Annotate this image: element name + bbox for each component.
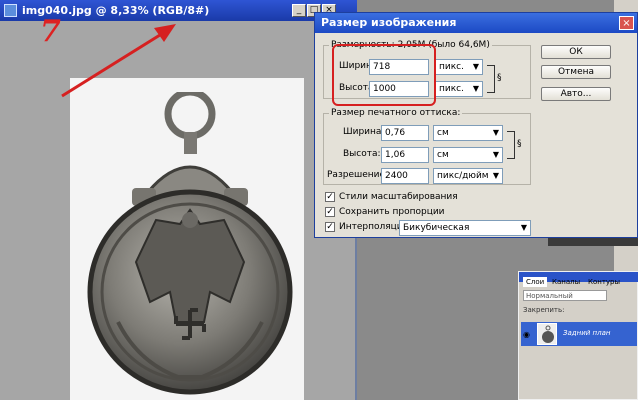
print-width-unit-select[interactable]: см ▼ <box>433 125 503 141</box>
resolution-unit-select[interactable]: пикс/дюйм ▼ <box>433 168 503 184</box>
chevron-down-icon: ▼ <box>492 128 499 137</box>
height-unit-value: пикс. <box>439 84 464 94</box>
medal-thumbnail-icon <box>542 325 554 343</box>
tab-layers[interactable]: Слои <box>523 277 548 287</box>
resample-method-select[interactable]: Бикубическая ▼ <box>399 220 531 236</box>
constrain-proportions-label: Сохранить пропорции <box>339 207 445 217</box>
chain-link-icon: § <box>517 139 522 149</box>
eye-icon[interactable]: ◉ <box>523 330 530 339</box>
width-unit-select[interactable]: пикс. ▼ <box>435 59 483 75</box>
chevron-down-icon: ▼ <box>472 62 479 71</box>
dialog-title[interactable]: Размер изображения <box>315 13 637 33</box>
constrain-proportions-checkbox[interactable]: ✓ <box>325 207 335 217</box>
chevron-down-icon: ▼ <box>520 223 527 232</box>
layers-panel: Слои Каналы Контуры Нормальный Закрепить… <box>518 271 638 400</box>
resample-checkbox[interactable]: ✓ <box>325 222 335 232</box>
resample-method-value: Бикубическая <box>403 223 470 233</box>
layer-thumbnail <box>537 323 557 345</box>
height-unit-select[interactable]: пикс. ▼ <box>435 81 483 97</box>
lock-label: Закрепить: <box>523 306 565 314</box>
width-unit-value: пикс. <box>439 62 464 72</box>
print-height-label: Высота: <box>343 149 381 159</box>
print-width-input[interactable]: 0,76 <box>381 125 429 141</box>
cancel-button[interactable]: Отмена <box>541 65 611 79</box>
highlight-box <box>332 44 436 106</box>
auto-button[interactable]: Авто... <box>541 87 611 101</box>
tab-paths[interactable]: Контуры <box>585 277 623 287</box>
scale-styles-checkbox[interactable]: ✓ <box>325 192 335 202</box>
print-height-input[interactable]: 1,06 <box>381 147 429 163</box>
resolution-label: Разрешение: <box>327 170 389 180</box>
layer-background[interactable]: ◉ Задний план <box>521 322 637 346</box>
print-width-unit-value: см <box>437 128 449 138</box>
resolution-input[interactable]: 2400 <box>381 168 429 184</box>
print-size-label: Размер печатного оттиска: <box>329 108 463 118</box>
print-height-unit-value: см <box>437 150 449 160</box>
chain-link-icon: § <box>497 73 502 83</box>
chevron-down-icon: ▼ <box>472 84 479 93</box>
scale-styles-label: Стили масштабирования <box>339 192 458 202</box>
pixel-link-bracket <box>487 65 495 93</box>
tab-channels[interactable]: Каналы <box>549 277 583 287</box>
blend-mode-select[interactable]: Нормальный <box>523 290 607 301</box>
layer-name: Задний план <box>563 329 611 337</box>
chevron-down-icon: ▼ <box>492 150 499 159</box>
dialog-close-button[interactable]: × <box>619 16 634 30</box>
print-height-unit-select[interactable]: см ▼ <box>433 147 503 163</box>
print-width-label: Ширина: <box>343 127 385 137</box>
print-link-bracket <box>507 131 515 159</box>
ok-button[interactable]: ОК <box>541 45 611 59</box>
resolution-unit-value: пикс/дюйм <box>437 171 489 181</box>
chevron-down-icon: ▼ <box>492 171 499 180</box>
